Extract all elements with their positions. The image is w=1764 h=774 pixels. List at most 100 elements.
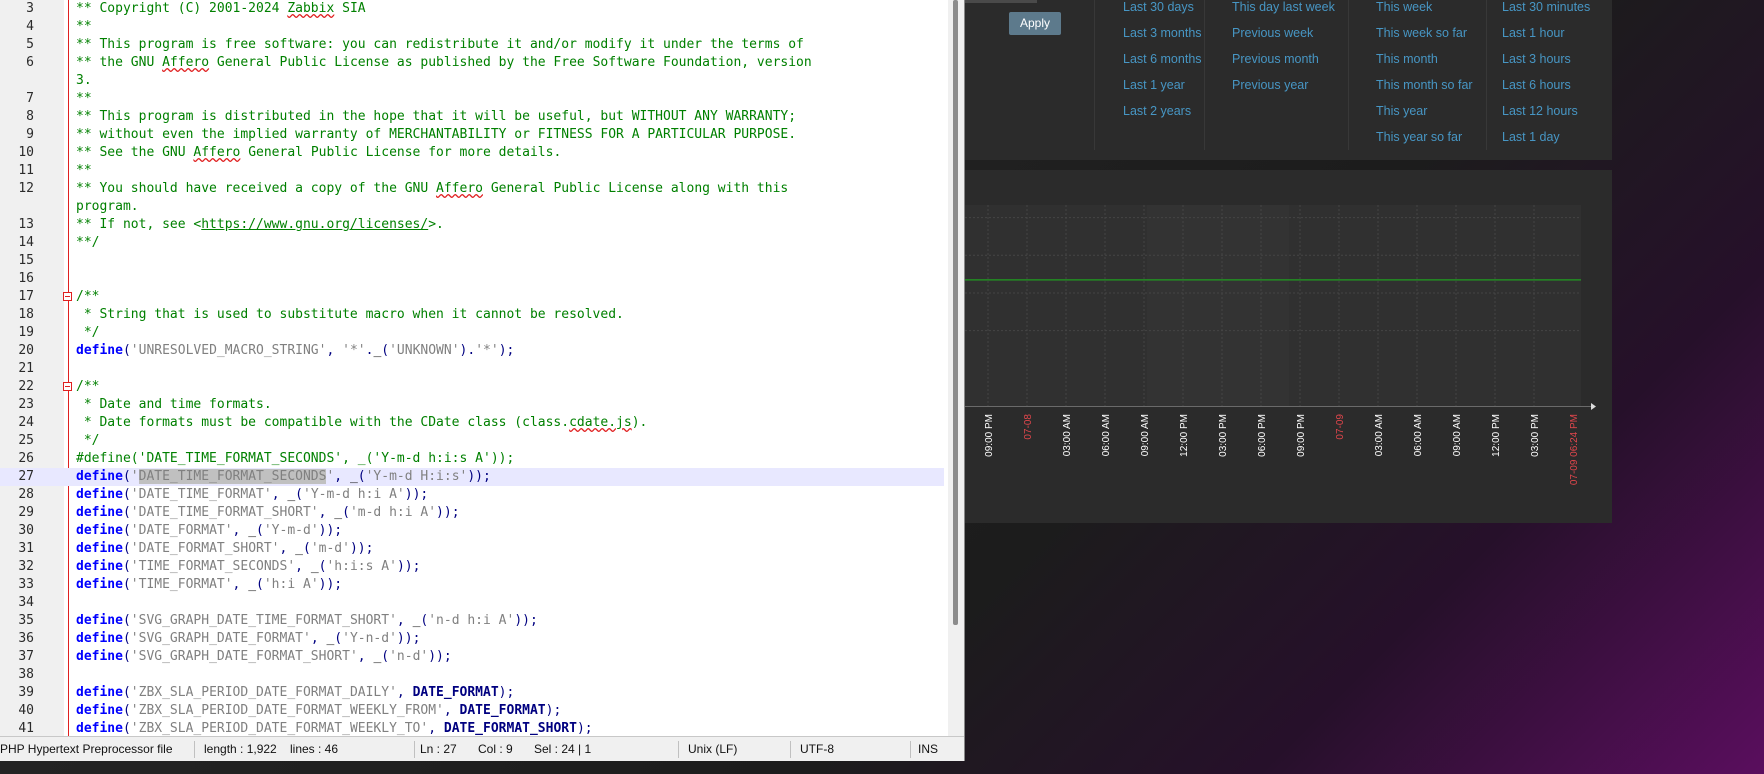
code-line[interactable]: program. (0, 198, 944, 216)
code-line[interactable]: 24 * Date formats must be compatible wit… (0, 414, 944, 432)
code-text: define('DATE_FORMAT', _('Y-m-d')); (76, 522, 342, 540)
code-token: 3. (76, 73, 92, 88)
code-line[interactable]: 36 define('SVG_GRAPH_DATE_FORMAT', _('Y-n… (0, 630, 944, 648)
quick-range-link[interactable]: Last 6 months (1123, 52, 1202, 66)
status-encoding[interactable]: UTF-8 (800, 737, 834, 761)
code-line[interactable]: 28 define('DATE_TIME_FORMAT', _('Y-m-d h:… (0, 486, 944, 504)
quick-range-link[interactable]: Last 1 day (1502, 130, 1560, 144)
x-tick-label: 09:00 AM (1452, 414, 1463, 456)
quick-range-link[interactable]: Last 1 year (1123, 78, 1185, 92)
code-token: define (76, 523, 123, 538)
status-insert-mode[interactable]: INS (918, 737, 938, 761)
code-token: ( (295, 487, 303, 502)
code-line[interactable]: 21 (0, 360, 944, 378)
quick-range-link[interactable]: Last 1 hour (1502, 26, 1565, 40)
code-token: ( (122, 577, 131, 592)
quick-range-link[interactable]: Last 3 months (1123, 26, 1202, 40)
code-line[interactable]: 10 ** See the GNU Affero General Public L… (0, 144, 944, 162)
code-line[interactable]: 32 define('TIME_FORMAT_SECONDS', _('h:i:s… (0, 558, 944, 576)
quick-range-link[interactable]: This week (1376, 0, 1432, 14)
code-line[interactable]: 12 ** You should have received a copy of … (0, 180, 944, 198)
line-number: 5 (26, 37, 34, 52)
code-token: Affero (436, 181, 483, 196)
code-line[interactable]: 14 **/ (0, 234, 944, 252)
quick-range-link[interactable]: Last 12 hours (1502, 104, 1578, 118)
code-line[interactable]: 33 define('TIME_FORMAT', _('h:i A')); (0, 576, 944, 594)
quick-range-link[interactable]: Last 6 hours (1502, 78, 1571, 92)
code-line[interactable]: 27 define('DATE_TIME_FORMAT_SECONDS', _('… (0, 468, 944, 486)
code-line[interactable]: 5 ** This program is free software: you c… (0, 36, 944, 54)
quick-range-link[interactable]: Last 30 minutes (1502, 0, 1590, 14)
fold-toggle-icon[interactable] (63, 382, 72, 391)
code-token: )); (436, 505, 460, 520)
code-line[interactable]: 16 (0, 270, 944, 288)
code-token: , (295, 559, 311, 574)
code-line[interactable]: 9 ** without even the implied warranty of… (0, 126, 944, 144)
x-tick-label: 07-09 (1335, 414, 1346, 440)
line-number: 23 (18, 397, 34, 412)
code-text: ** This program is free software: you ca… (76, 36, 804, 54)
quick-range-link[interactable]: Previous month (1232, 52, 1319, 66)
code-line[interactable]: 15 (0, 252, 944, 270)
code-line[interactable]: 11 ** (0, 162, 944, 180)
code-token: ( (303, 541, 311, 556)
status-eol[interactable]: Unix (LF) (688, 737, 737, 761)
code-line[interactable]: 19 */ (0, 324, 944, 342)
code-line[interactable]: 4 ** (0, 18, 944, 36)
code-line[interactable]: 17 /** (0, 288, 944, 306)
code-line[interactable]: 38 (0, 666, 944, 684)
time-input-edge (965, 0, 1037, 3)
x-tick-label: 03:00 PM (1530, 414, 1541, 457)
vertical-scrollbar-thumb[interactable] (953, 0, 958, 625)
code-text: #define('DATE_TIME_FORMAT_SECONDS', _('Y… (76, 450, 514, 468)
code-line[interactable]: 3. (0, 72, 944, 90)
code-line[interactable]: 3 ** Copyright (C) 2001-2024 Zabbix SIA (0, 0, 944, 18)
quick-range-link[interactable]: Last 30 days (1123, 0, 1194, 14)
quick-range-link[interactable]: This week so far (1376, 26, 1467, 40)
code-line[interactable]: 39 define('ZBX_SLA_PERIOD_DATE_FORMAT_DAI… (0, 684, 944, 702)
apply-button[interactable]: Apply (1009, 12, 1061, 35)
code-line[interactable]: 34 (0, 594, 944, 612)
code-line[interactable]: 31 define('DATE_FORMAT_SHORT', _('m-d')); (0, 540, 944, 558)
quick-range-link[interactable]: This year (1376, 104, 1427, 118)
code-line[interactable]: 26 #define('DATE_TIME_FORMAT_SECONDS', _(… (0, 450, 944, 468)
code-token: https://www.gnu.org/licenses/ (201, 217, 429, 232)
fold-toggle-icon[interactable] (63, 292, 72, 301)
code-token: 'ZBX_SLA_PERIOD_DATE_FORMAT_DAILY' (130, 685, 397, 700)
code-token: 'n-d' (389, 649, 429, 664)
quick-range-link[interactable]: This year so far (1376, 130, 1462, 144)
quick-range-link[interactable]: This day last week (1232, 0, 1335, 14)
code-line[interactable]: 20 define('UNRESOLVED_MACRO_STRING', '*'.… (0, 342, 944, 360)
code-token: _ (287, 487, 296, 502)
code-line[interactable]: 23 * Date and time formats. (0, 396, 944, 414)
code-line[interactable]: 6 ** the GNU Affero General Public Licens… (0, 54, 944, 72)
quick-range-link[interactable]: Last 3 hours (1502, 52, 1571, 66)
quick-range-link[interactable]: This month (1376, 52, 1438, 66)
code-token: , (334, 469, 350, 484)
code-line[interactable]: 37 define('SVG_GRAPH_DATE_FORMAT_SHORT', … (0, 648, 944, 666)
quick-range-link[interactable]: This month so far (1376, 78, 1473, 92)
code-line[interactable]: 29 define('DATE_TIME_FORMAT_SHORT', _('m-… (0, 504, 944, 522)
code-token: ); (498, 685, 515, 700)
code-token: _ (334, 505, 343, 520)
code-line[interactable]: 35 define('SVG_GRAPH_DATE_TIME_FORMAT_SHO… (0, 612, 944, 630)
code-line[interactable]: 13 ** If not, see <https://www.gnu.org/li… (0, 216, 944, 234)
line-number: 3 (26, 1, 34, 16)
code-line[interactable]: 8 ** This program is distributed in the h… (0, 108, 944, 126)
status-separator (790, 741, 791, 758)
quick-range-link[interactable]: Last 2 years (1123, 104, 1191, 118)
quick-range-link[interactable]: Previous week (1232, 26, 1313, 40)
code-line[interactable]: 18 * String that is used to substitute m… (0, 306, 944, 324)
code-line[interactable]: 22 /** (0, 378, 944, 396)
code-area[interactable]: 3 ** Copyright (C) 2001-2024 Zabbix SIA 4 *… (0, 0, 944, 736)
code-line[interactable]: 40 define('ZBX_SLA_PERIOD_DATE_FORMAT_WEE… (0, 702, 944, 720)
code-line[interactable]: 7 ** (0, 90, 944, 108)
code-text: define('DATE_TIME_FORMAT_SHORT', _('m-d … (76, 504, 460, 522)
code-text: **/ (76, 234, 99, 252)
line-number: 20 (18, 343, 34, 358)
code-token: */ (76, 433, 100, 448)
code-line[interactable]: 41 define('ZBX_SLA_PERIOD_DATE_FORMAT_WEE… (0, 720, 944, 736)
code-line[interactable]: 30 define('DATE_FORMAT', _('Y-m-d')); (0, 522, 944, 540)
quick-range-link[interactable]: Previous year (1232, 78, 1308, 92)
code-line[interactable]: 25 */ (0, 432, 944, 450)
